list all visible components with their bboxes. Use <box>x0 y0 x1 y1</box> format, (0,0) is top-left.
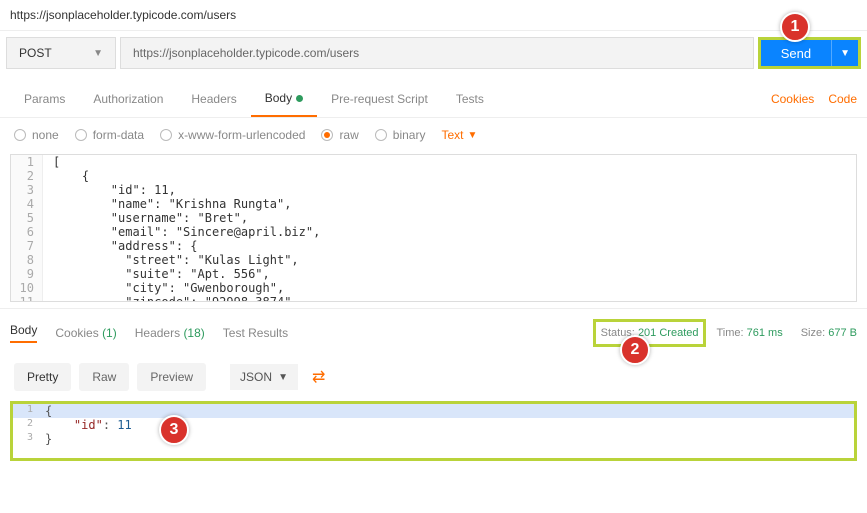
callout-2: 2 <box>620 335 650 365</box>
request-bar: POST ▼ Send ▼ <box>0 31 867 81</box>
view-raw[interactable]: Raw <box>79 363 129 391</box>
send-group: Send ▼ <box>758 37 861 69</box>
response-body[interactable]: 1{ 2 "id": 11 3} <box>10 401 857 461</box>
tab-headers[interactable]: Headers <box>177 82 250 116</box>
lang-select[interactable]: JSON▼ <box>230 364 298 390</box>
send-dropdown[interactable]: ▼ <box>831 40 858 66</box>
tab-prerequest[interactable]: Pre-request Script <box>317 82 442 116</box>
resp-tab-cookies[interactable]: Cookies (1) <box>55 326 116 340</box>
code-line: 5 "username": "Bret", <box>11 211 856 225</box>
chevron-down-icon: ▼ <box>467 130 477 141</box>
chevron-down-icon: ▼ <box>278 372 288 383</box>
code-line: 6 "email": "Sincere@april.biz", <box>11 225 856 239</box>
response-tabs: Body Cookies (1) Headers (18) Test Resul… <box>0 308 867 353</box>
radio-urlencoded[interactable]: x-www-form-urlencoded <box>160 128 305 142</box>
url-display: https://jsonplaceholder.typicode.com/use… <box>0 0 867 31</box>
body-modified-dot-icon <box>296 95 303 102</box>
raw-type-select[interactable]: Text▼ <box>441 128 477 142</box>
tab-params[interactable]: Params <box>10 82 79 116</box>
radio-raw[interactable]: raw <box>321 128 358 142</box>
url-input[interactable] <box>120 37 754 69</box>
status-value: 201 Created <box>638 327 699 339</box>
code-line: 4 "name": "Krishna Rungta", <box>11 197 856 211</box>
size-value: 677 B <box>828 327 857 339</box>
method-select[interactable]: POST ▼ <box>6 37 116 69</box>
code-line: 2 { <box>11 169 856 183</box>
time-value: 761 ms <box>747 327 783 339</box>
body-type-row: none form-data x-www-form-urlencoded raw… <box>0 118 867 148</box>
cookies-link[interactable]: Cookies <box>771 92 814 106</box>
tab-body[interactable]: Body <box>251 81 317 117</box>
chevron-down-icon: ▼ <box>93 48 103 59</box>
radio-formdata[interactable]: form-data <box>75 128 144 142</box>
method-value: POST <box>19 46 52 60</box>
code-link[interactable]: Code <box>828 92 857 106</box>
tab-tests[interactable]: Tests <box>442 82 498 116</box>
code-line: 7 "address": { <box>11 239 856 253</box>
wrap-icon[interactable]: ⇄ <box>312 367 325 387</box>
radio-binary[interactable]: binary <box>375 128 426 142</box>
code-line: 10 "city": "Gwenborough", <box>11 281 856 295</box>
request-tabs: Params Authorization Headers Body Pre-re… <box>0 81 867 118</box>
response-view-row: Pretty Raw Preview JSON▼ ⇄ <box>0 353 867 401</box>
time-label: Time: <box>716 327 743 339</box>
code-line: 11 "zincode": "92998-3874", <box>11 295 856 302</box>
resp-tab-headers[interactable]: Headers (18) <box>135 326 205 340</box>
size-label: Size: <box>801 327 825 339</box>
request-body-editor[interactable]: 1[2 {3 "id": 11,4 "name": "Krishna Rungt… <box>10 154 857 302</box>
code-line: 9 "suite": "Apt. 556", <box>11 267 856 281</box>
view-pretty[interactable]: Pretty <box>14 363 71 391</box>
code-line: 1[ <box>11 155 856 169</box>
callout-1: 1 <box>780 12 810 42</box>
radio-none[interactable]: none <box>14 128 59 142</box>
callout-3: 3 <box>159 415 189 445</box>
view-preview[interactable]: Preview <box>137 363 206 391</box>
code-line: 8 "street": "Kulas Light", <box>11 253 856 267</box>
tab-authorization[interactable]: Authorization <box>79 82 177 116</box>
code-line: 3 "id": 11, <box>11 183 856 197</box>
tabs-right: Cookies Code <box>771 92 857 106</box>
resp-tab-testresults[interactable]: Test Results <box>223 326 288 340</box>
resp-tab-body[interactable]: Body <box>10 323 37 343</box>
send-button[interactable]: Send <box>761 40 831 66</box>
